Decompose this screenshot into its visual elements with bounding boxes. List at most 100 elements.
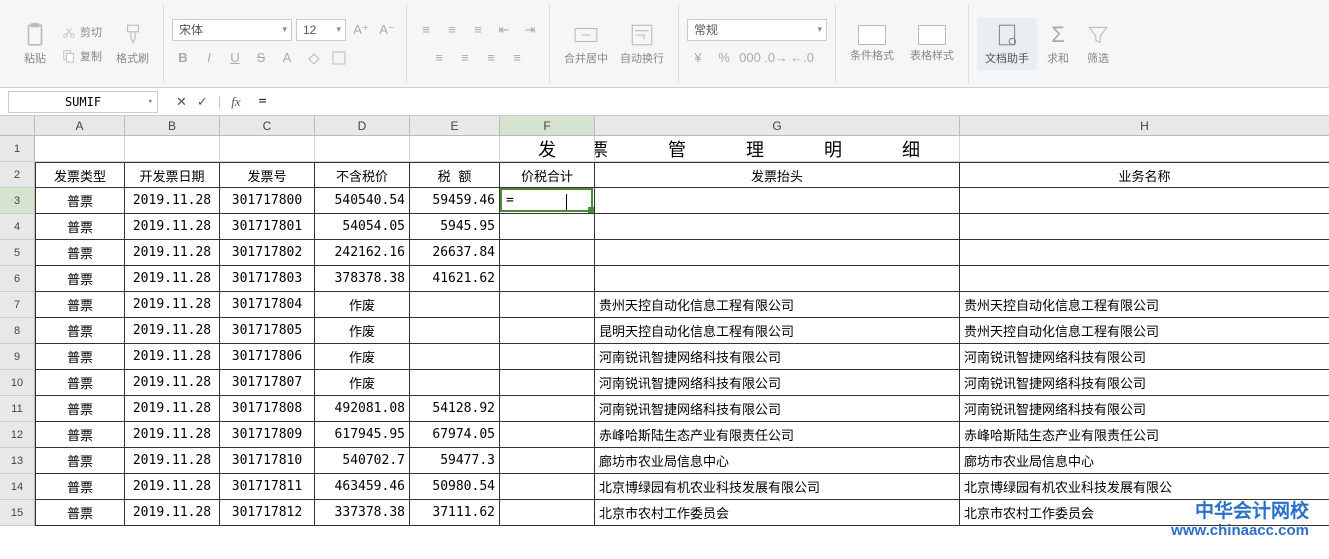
cell[interactable]: 301717809: [220, 422, 315, 448]
cell[interactable]: [960, 240, 1329, 266]
cell[interactable]: 开发票日期: [125, 162, 220, 188]
cell[interactable]: 5945.95: [410, 214, 500, 240]
cell[interactable]: [35, 136, 125, 162]
cell[interactable]: 301717812: [220, 500, 315, 526]
cell[interactable]: 2019.11.28: [125, 396, 220, 422]
cell[interactable]: 301717802: [220, 240, 315, 266]
col-header-G[interactable]: G: [595, 116, 960, 136]
cell[interactable]: 作废: [315, 370, 410, 396]
spreadsheet-grid[interactable]: ABCDEFGH 123456789101112131415 发票管理明细发票类…: [0, 116, 1329, 559]
cell[interactable]: 贵州天控自动化信息工程有限公司: [960, 292, 1329, 318]
cell[interactable]: 发票抬头: [595, 162, 960, 188]
cell[interactable]: [500, 500, 595, 526]
cell[interactable]: 37111.62: [410, 500, 500, 526]
cell[interactable]: 发票号: [220, 162, 315, 188]
cell[interactable]: 540540.54: [315, 188, 410, 214]
row-header-13[interactable]: 13: [0, 448, 35, 474]
col-header-C[interactable]: C: [220, 116, 315, 136]
cell[interactable]: [500, 292, 595, 318]
align-right-button[interactable]: ≡: [480, 47, 502, 69]
cell[interactable]: 河南锐讯智捷网络科技有限公司: [595, 344, 960, 370]
cell[interactable]: 301717805: [220, 318, 315, 344]
sum-button[interactable]: Σ 求和: [1041, 18, 1075, 70]
row-header-12[interactable]: 12: [0, 422, 35, 448]
cell[interactable]: 2019.11.28: [125, 214, 220, 240]
currency-button[interactable]: ¥: [687, 47, 709, 69]
align-bottom-button[interactable]: ≡: [467, 19, 489, 41]
cell[interactable]: 普票: [35, 500, 125, 526]
row-header-5[interactable]: 5: [0, 240, 35, 266]
cell[interactable]: 301717810: [220, 448, 315, 474]
percent-button[interactable]: %: [713, 47, 735, 69]
cell[interactable]: 作废: [315, 292, 410, 318]
col-header-B[interactable]: B: [125, 116, 220, 136]
cell[interactable]: [500, 214, 595, 240]
cell[interactable]: 赤峰哈斯陆生态产业有限责任公司: [595, 422, 960, 448]
cell[interactable]: [595, 214, 960, 240]
row-header-1[interactable]: 1: [0, 136, 35, 162]
cell[interactable]: [595, 240, 960, 266]
col-header-F[interactable]: F: [500, 116, 595, 136]
cell[interactable]: 50980.54: [410, 474, 500, 500]
cell[interactable]: 业务名称: [960, 162, 1329, 188]
row-header-2[interactable]: 2: [0, 162, 35, 188]
table-style-button[interactable]: 表格样式: [904, 21, 960, 67]
row-header-6[interactable]: 6: [0, 266, 35, 292]
cell[interactable]: 67974.05: [410, 422, 500, 448]
cell[interactable]: 不含税价: [315, 162, 410, 188]
cell[interactable]: 2019.11.28: [125, 422, 220, 448]
cell[interactable]: 北京博绿园有机农业科技发展有限公司: [595, 474, 960, 500]
decrease-font-button[interactable]: A⁻: [376, 19, 398, 41]
align-left-button[interactable]: ≡: [428, 47, 450, 69]
bold-button[interactable]: B: [172, 47, 194, 69]
formula-input[interactable]: =: [251, 88, 1329, 115]
cell[interactable]: [960, 136, 1329, 162]
cell[interactable]: [500, 344, 595, 370]
cell[interactable]: 贵州天控自动化信息工程有限公司: [960, 318, 1329, 344]
cell[interactable]: 540702.7: [315, 448, 410, 474]
cell[interactable]: 普票: [35, 396, 125, 422]
cell[interactable]: 337378.38: [315, 500, 410, 526]
cell[interactable]: [500, 396, 595, 422]
cell[interactable]: 2019.11.28: [125, 344, 220, 370]
cell[interactable]: 普票: [35, 370, 125, 396]
cell[interactable]: 作废: [315, 344, 410, 370]
cell[interactable]: 2019.11.28: [125, 318, 220, 344]
cell[interactable]: [410, 136, 500, 162]
name-box[interactable]: SUMIF: [8, 91, 158, 113]
col-header-E[interactable]: E: [410, 116, 500, 136]
cell[interactable]: 普票: [35, 188, 125, 214]
cell[interactable]: 廊坊市农业局信息中心: [595, 448, 960, 474]
cell[interactable]: 2019.11.28: [125, 474, 220, 500]
cell[interactable]: 河南锐讯智捷网络科技有限公司: [960, 344, 1329, 370]
cell[interactable]: 河南锐讯智捷网络科技有限公司: [595, 396, 960, 422]
increase-font-button[interactable]: A⁺: [350, 19, 372, 41]
cell[interactable]: 492081.08: [315, 396, 410, 422]
cell[interactable]: [500, 188, 595, 214]
cell[interactable]: [500, 266, 595, 292]
cell[interactable]: 301717801: [220, 214, 315, 240]
cell[interactable]: 北京市农村工作委员会: [960, 500, 1329, 526]
justify-button[interactable]: ≡: [506, 47, 528, 69]
cell[interactable]: 54128.92: [410, 396, 500, 422]
cell[interactable]: 普票: [35, 318, 125, 344]
cell[interactable]: [410, 318, 500, 344]
font-size-select[interactable]: 12: [296, 19, 346, 41]
cell[interactable]: [960, 188, 1329, 214]
cell[interactable]: [500, 240, 595, 266]
cell[interactable]: 赤峰哈斯陆生态产业有限责任公司: [960, 422, 1329, 448]
cell[interactable]: 301717806: [220, 344, 315, 370]
cell[interactable]: 普票: [35, 240, 125, 266]
col-header-H[interactable]: H: [960, 116, 1329, 136]
cell[interactable]: 301717811: [220, 474, 315, 500]
strike-button[interactable]: S: [250, 47, 272, 69]
col-header-D[interactable]: D: [315, 116, 410, 136]
cell[interactable]: 昆明天控自动化信息工程有限公司: [595, 318, 960, 344]
number-format-select[interactable]: 常规: [687, 19, 827, 41]
cell[interactable]: 普票: [35, 292, 125, 318]
cell[interactable]: 廊坊市农业局信息中心: [960, 448, 1329, 474]
cell[interactable]: 普票: [35, 344, 125, 370]
border-button[interactable]: [328, 47, 350, 69]
col-header-A[interactable]: A: [35, 116, 125, 136]
format-painter-button[interactable]: 格式刷: [110, 18, 155, 70]
